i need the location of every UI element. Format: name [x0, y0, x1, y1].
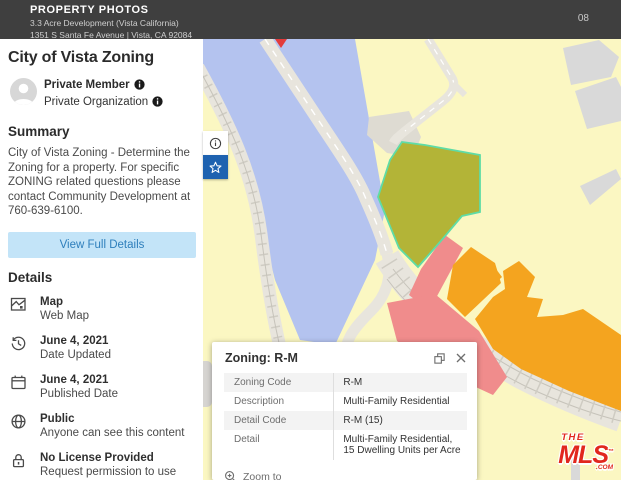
zoom-to-link[interactable]: Zoom to [224, 470, 477, 480]
popup-title: Zoning: R-M [225, 351, 424, 365]
popup-attribute-table: Zoning Code R-M Description Multi-Family… [224, 373, 467, 460]
page-title: City of Vista Zoning [8, 49, 195, 67]
magnifier-plus-icon [224, 470, 237, 480]
collapsed-widget-tab[interactable] [203, 361, 212, 407]
detail-item-published: June 4, 2021 Published Date [8, 373, 195, 401]
owner-name: Private Member [44, 79, 130, 91]
owner-row: Private Member Private Organization [8, 77, 195, 112]
map-icon [10, 296, 27, 323]
slide-header: PROPERTY PHOTOS 3.3 Acre Development (Vi… [0, 0, 621, 39]
owner-org: Private Organization [44, 96, 148, 108]
row-value: Multi-Family Residential, 15 Dwelling Un… [333, 430, 467, 460]
info-icon[interactable] [152, 96, 163, 112]
row-label: Zoning Code [224, 373, 333, 392]
detail-title: No License Provided [40, 451, 176, 465]
table-row: Detail Code R-M (15) [224, 411, 467, 430]
detail-title: Map [40, 295, 89, 309]
detail-item-map: Map Web Map [8, 295, 195, 323]
dock-icon[interactable] [433, 352, 446, 365]
detail-subtitle: Date Updated [40, 348, 111, 362]
property-name: 3.3 Acre Development (Vista California) [30, 18, 192, 28]
table-row: Description Multi-Family Residential [224, 392, 467, 411]
row-label: Description [224, 392, 333, 411]
mls-logo-tm: ™ [608, 449, 614, 455]
slide-title: PROPERTY PHOTOS [30, 4, 192, 16]
page-number: 08 [578, 13, 589, 24]
details-heading: Details [8, 270, 195, 285]
globe-icon [10, 413, 27, 440]
detail-subtitle: Anyone can see this content [40, 426, 185, 440]
favorite-widget-button[interactable] [203, 155, 228, 179]
detail-title: June 4, 2021 [40, 373, 118, 387]
row-value: Multi-Family Residential [333, 392, 467, 411]
lock-icon [10, 452, 27, 479]
summary-text: City of Vista Zoning - Determine the Zon… [8, 146, 195, 219]
details-list: Map Web Map June 4, 2021 Date Updated [8, 295, 195, 479]
detail-subtitle: Request permission to use [40, 465, 176, 479]
row-label: Detail Code [224, 411, 333, 430]
summary-heading: Summary [8, 124, 195, 139]
row-label: Detail [224, 430, 333, 460]
detail-item-license: No License Provided Request permission t… [8, 451, 195, 479]
row-value: R-M [333, 373, 467, 392]
info-widget-button[interactable] [203, 131, 228, 155]
detail-subtitle: Web Map [40, 309, 89, 323]
person-icon [10, 78, 37, 105]
building-footprint [563, 40, 619, 85]
avatar [10, 78, 37, 105]
table-row: Zoning Code R-M [224, 373, 467, 392]
info-icon[interactable] [134, 79, 145, 95]
detail-subtitle: Published Date [40, 387, 118, 401]
building-footprint [580, 169, 621, 205]
detail-title: Public [40, 412, 185, 426]
item-details-panel: City of Vista Zoning Private Member Priv… [0, 39, 203, 480]
upper-road [393, 39, 465, 143]
detail-title: June 4, 2021 [40, 334, 111, 348]
zoning-popup: Zoning: R-M Zoning Code R-M Description [212, 342, 477, 480]
info-circle-icon [207, 135, 224, 152]
detail-item-date-updated: June 4, 2021 Date Updated [8, 334, 195, 362]
history-icon [10, 335, 27, 362]
zoom-to-label: Zoom to [243, 471, 282, 480]
selected-parcel-polygon[interactable] [378, 142, 480, 267]
calendar-icon [10, 374, 27, 401]
table-row: Detail Multi-Family Residential, 15 Dwel… [224, 430, 467, 460]
map-viewport[interactable]: Zoning: R-M Zoning Code R-M Description [203, 39, 621, 480]
building-footprint [575, 77, 621, 129]
star-icon [207, 159, 224, 176]
close-icon[interactable] [455, 352, 467, 364]
view-full-details-button[interactable]: View Full Details [8, 232, 196, 258]
mls-logo: THE MLS™ .COM [558, 433, 614, 471]
row-value: R-M (15) [333, 411, 467, 430]
detail-item-public: Public Anyone can see this content [8, 412, 195, 440]
